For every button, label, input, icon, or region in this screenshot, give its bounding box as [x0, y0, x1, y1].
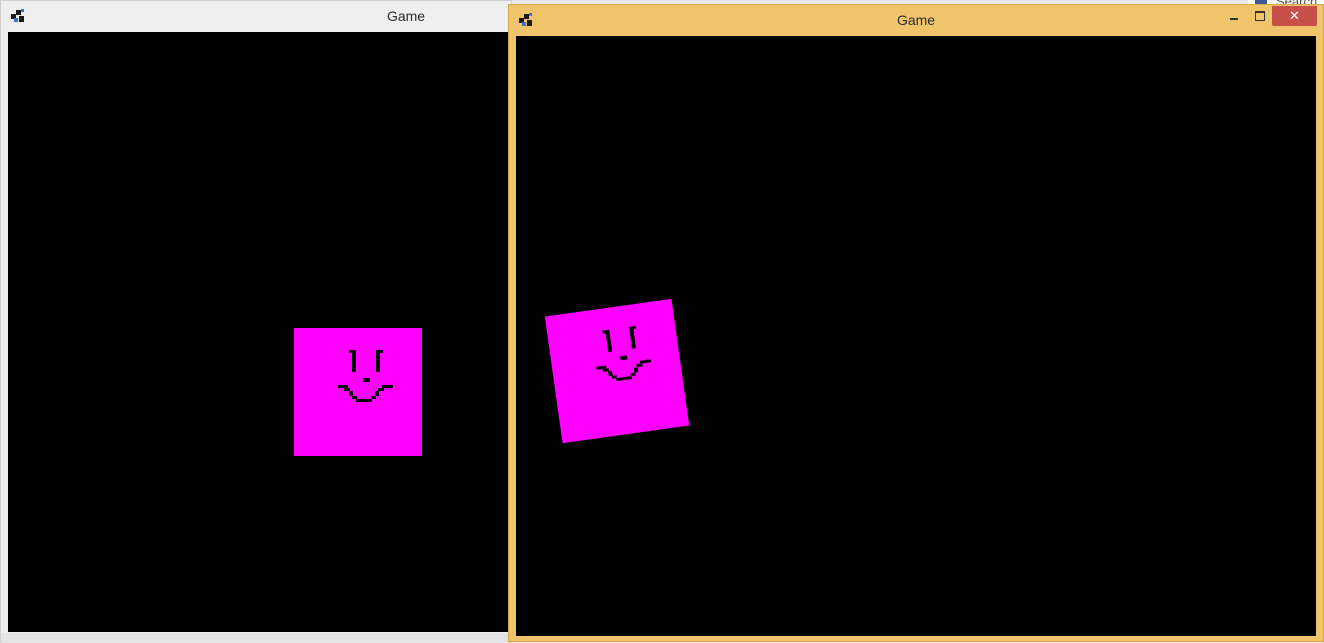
- window-title: Game: [386, 8, 426, 24]
- smiley-face-icon: [544, 298, 690, 444]
- window-titlebar[interactable]: Game: [1, 1, 511, 32]
- game-canvas[interactable]: [8, 32, 509, 632]
- smiley-face-icon: [294, 328, 422, 456]
- game-canvas[interactable]: [516, 36, 1316, 636]
- close-icon: ✕: [1289, 8, 1300, 24]
- minimize-button[interactable]: [1226, 6, 1242, 26]
- maximize-icon: [1255, 11, 1265, 21]
- minimize-icon: [1230, 18, 1238, 20]
- window-titlebar[interactable]: Game ✕: [509, 5, 1323, 35]
- window-title: Game: [896, 12, 936, 28]
- smiley-sprite-rotated: [544, 298, 690, 444]
- game-window-inactive[interactable]: Game: [0, 0, 512, 643]
- smiley-sprite: [294, 328, 422, 456]
- maximize-button[interactable]: [1249, 6, 1271, 26]
- close-button[interactable]: ✕: [1272, 6, 1317, 26]
- game-window-active[interactable]: Game ✕: [508, 4, 1324, 642]
